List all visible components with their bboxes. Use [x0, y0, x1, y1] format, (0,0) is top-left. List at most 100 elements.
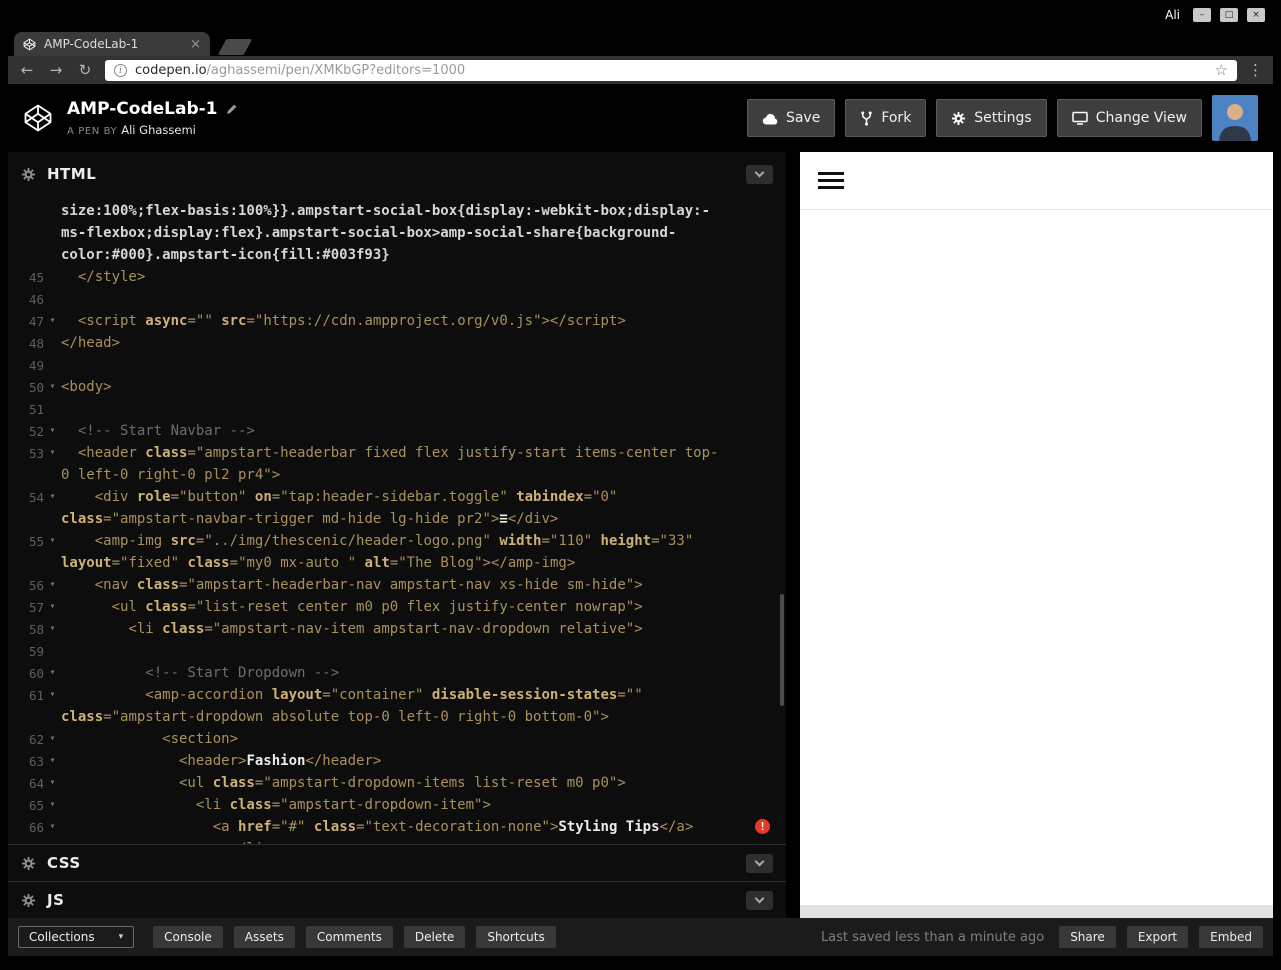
code-row[interactable]: 47 ▾ <script async="" src="https://cdn.am…	[8, 310, 786, 332]
code-row[interactable]: 63 ▾ <header>Fashion</header>	[8, 750, 786, 772]
fold-arrow-icon[interactable]: ▾	[44, 684, 61, 706]
code-row[interactable]: layout="fixed" class="my0 mx-auto " alt=…	[8, 552, 786, 574]
code-row[interactable]: 59	[8, 640, 786, 662]
console-button[interactable]: Console	[153, 926, 223, 948]
code-row[interactable]: class="ampstart-navbar-trigger md-hide l…	[8, 508, 786, 530]
fold-arrow-icon[interactable]: ▾	[44, 772, 61, 794]
code-row[interactable]: 56 ▾ <nav class="ampstart-headerbar-nav a…	[8, 574, 786, 596]
code-row[interactable]: 46	[8, 288, 786, 310]
code-row[interactable]: size:100%;flex-basis:100%}}.ampstart-soc…	[8, 200, 786, 222]
code-row[interactable]: class="ampstart-dropdown absolute top-0 …	[8, 706, 786, 728]
assets-button[interactable]: Assets	[233, 926, 295, 948]
html-code-editor[interactable]: size:100%;flex-basis:100%}}.ampstart-soc…	[8, 196, 786, 844]
code-row[interactable]: 64 ▾ <ul class="ampstart-dropdown-items l…	[8, 772, 786, 794]
browser-menu-icon[interactable]: ⋮	[1248, 61, 1263, 79]
fold-arrow-icon[interactable]: ▾	[44, 530, 61, 552]
code-row[interactable]: 53 ▾ <header class="ampstart-headerbar fi…	[8, 442, 786, 464]
embed-button[interactable]: Embed	[1199, 926, 1263, 948]
code-row[interactable]: 60 ▾ <!-- Start Dropdown -->	[8, 662, 786, 684]
change-view-button[interactable]: Change View	[1056, 99, 1202, 137]
browser-tab[interactable]: AMP-CodeLab-1 ×	[14, 32, 210, 56]
fold-arrow-icon[interactable]: ▾	[44, 376, 61, 398]
fold-arrow-icon[interactable]: ▾	[44, 662, 61, 684]
editor-scrollbar[interactable]	[780, 594, 784, 706]
minimize-button[interactable]: –	[1193, 8, 1211, 22]
fold-arrow-icon[interactable]: ▾	[44, 750, 61, 772]
js-panel-header[interactable]: JS	[8, 881, 786, 918]
settings-button[interactable]: Settings	[936, 99, 1047, 137]
code-row[interactable]: 55 ▾ <amp-img src="../img/thescenic/heade…	[8, 530, 786, 552]
fork-button[interactable]: Fork	[845, 99, 927, 137]
code-row[interactable]: 58 ▾ <li class="ampstart-nav-item ampstar…	[8, 618, 786, 640]
code-row[interactable]: 52 ▾ <!-- Start Navbar -->	[8, 420, 786, 442]
fold-arrow-icon[interactable]: ▾	[44, 596, 61, 618]
fold-arrow-icon[interactable]: ▾	[44, 486, 61, 508]
code-text: <li class="ampstart-dropdown-item">	[61, 797, 491, 813]
gear-icon[interactable]	[21, 893, 36, 908]
css-panel-header[interactable]: CSS	[8, 844, 786, 881]
code-row[interactable]: 50 ▾ <body>	[8, 376, 786, 398]
editor-preview-divider[interactable]	[786, 152, 800, 918]
code-text: <!-- Start Dropdown -->	[61, 665, 340, 681]
line-number: 48	[28, 336, 44, 351]
info-icon[interactable]: i	[114, 63, 127, 77]
line-number	[8, 552, 44, 574]
line-number: 61	[28, 688, 44, 703]
tab-close-icon[interactable]: ×	[190, 37, 201, 52]
gear-icon	[952, 111, 966, 125]
html-panel-header[interactable]: HTML	[8, 152, 786, 196]
preview-scrollbar-area[interactable]	[800, 905, 1273, 918]
fold-arrow-icon[interactable]: ▾	[44, 442, 61, 464]
code-row[interactable]: </li>	[8, 838, 786, 844]
collapse-js-button[interactable]	[746, 890, 773, 910]
collapse-html-button[interactable]	[746, 164, 773, 184]
code-row[interactable]: 45 </style>	[8, 266, 786, 288]
code-row[interactable]: 66 ▾ <a href="#" class="text-decoration-n…	[8, 816, 786, 838]
code-row[interactable]: 62 ▾ <section>	[8, 728, 786, 750]
fold-arrow-icon[interactable]: ▾	[44, 574, 61, 596]
code-row[interactable]: 0 left-0 right-0 pl2 pr4">	[8, 464, 786, 486]
codepen-header: AMP-CodeLab-1 A PEN BYAli Ghassemi Save	[8, 84, 1273, 152]
code-row[interactable]: 54 ▾ <div role="button" on="tap:header-si…	[8, 486, 786, 508]
code-row[interactable]: 49	[8, 354, 786, 376]
codepen-logo-icon[interactable]	[23, 103, 53, 133]
bookmark-star-icon[interactable]: ☆	[1215, 61, 1228, 79]
code-row[interactable]: 61 ▾ <amp-accordion layout="container" di…	[8, 684, 786, 706]
gear-icon[interactable]	[21, 856, 36, 871]
url-bar[interactable]: i codepen.io/aghassemi/pen/XMKbGP?editor…	[105, 59, 1237, 81]
edit-pencil-icon[interactable]	[226, 103, 238, 115]
collapse-css-button[interactable]	[746, 853, 773, 873]
comments-button[interactable]: Comments	[305, 926, 393, 948]
avatar[interactable]	[1212, 95, 1258, 141]
code-row[interactable]: 48 </head>	[8, 332, 786, 354]
code-row[interactable]: 57 ▾ <ul class="list-reset center m0 p0 f…	[8, 596, 786, 618]
gear-icon[interactable]	[21, 167, 36, 182]
maximize-button[interactable]: □	[1220, 8, 1238, 22]
code-row[interactable]: 51	[8, 398, 786, 420]
fold-arrow-icon[interactable]: ▾	[44, 794, 61, 816]
shortcuts-button[interactable]: Shortcuts	[476, 926, 556, 948]
close-button[interactable]: ×	[1247, 8, 1265, 22]
export-button[interactable]: Export	[1126, 926, 1189, 948]
fold-arrow-icon[interactable]: ▾	[44, 420, 61, 442]
reload-icon[interactable]: ↻	[76, 61, 94, 79]
code-row[interactable]: color:#000}.ampstart-icon{fill:#003f93}	[8, 244, 786, 266]
author-link[interactable]: Ali Ghassemi	[121, 123, 196, 137]
lint-error-icon[interactable]: !	[755, 819, 770, 834]
back-icon[interactable]: ←	[18, 61, 36, 79]
menu-icon[interactable]	[818, 172, 844, 189]
code-row[interactable]: 65 ▾ <li class="ampstart-dropdown-item">	[8, 794, 786, 816]
html-code-rows: size:100%;flex-basis:100%}}.ampstart-soc…	[8, 200, 786, 844]
fold-arrow-icon[interactable]: ▾	[44, 310, 61, 332]
collections-dropdown[interactable]: Collections ▾	[18, 926, 135, 948]
fold-arrow-icon[interactable]: ▾	[44, 728, 61, 750]
code-row[interactable]: ms-flexbox;display:flex}.ampstart-social…	[8, 222, 786, 244]
change-view-label: Change View	[1095, 110, 1187, 126]
fold-arrow-icon[interactable]: ▾	[44, 618, 61, 640]
new-tab-button[interactable]	[217, 39, 253, 55]
forward-icon[interactable]: →	[47, 61, 65, 79]
delete-button[interactable]: Delete	[403, 926, 466, 948]
fold-arrow-icon[interactable]: ▾	[44, 816, 61, 838]
share-button[interactable]: Share	[1059, 926, 1116, 948]
save-button[interactable]: Save	[746, 99, 836, 137]
